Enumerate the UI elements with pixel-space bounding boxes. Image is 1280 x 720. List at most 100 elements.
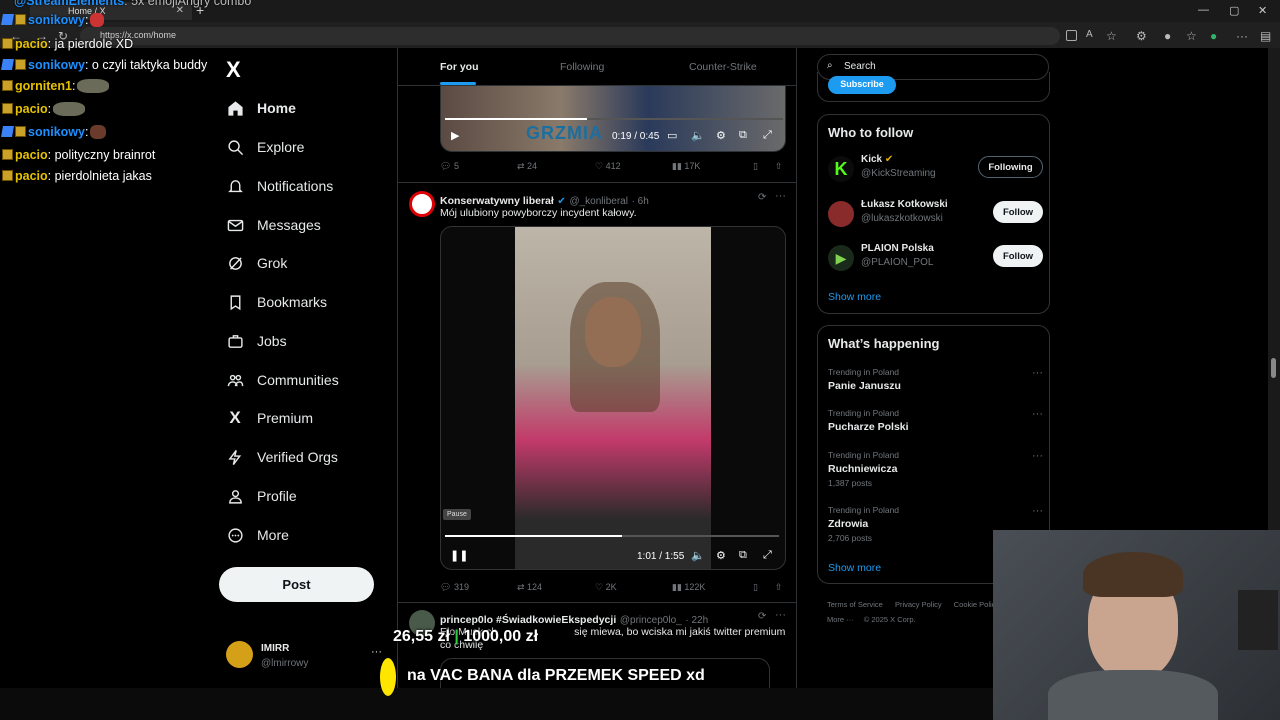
- footer-more-link[interactable]: More ···: [827, 615, 854, 624]
- like-button[interactable]: ♡ 2K: [595, 582, 617, 593]
- scrollbar-thumb[interactable]: [1271, 358, 1276, 378]
- follow-suggestion[interactable]: K Kick ✔ @KickStreaming Following: [828, 152, 1043, 186]
- fullscreen-icon[interactable]: ⤢: [763, 129, 772, 142]
- reply-button[interactable]: 💬︎ 319: [440, 582, 469, 593]
- copilot-icon[interactable]: ●: [1210, 29, 1217, 43]
- share-icon[interactable]: ⇧: [775, 582, 783, 593]
- like-button[interactable]: ♡ 412: [595, 161, 621, 172]
- more-dots-icon[interactable]: ···: [1032, 367, 1043, 379]
- read-aloud-icon[interactable]: A: [1086, 29, 1093, 40]
- more-dots-icon[interactable]: ···: [1032, 505, 1043, 517]
- account-handle: @lmirrowy: [261, 658, 309, 669]
- post-button[interactable]: Post: [219, 567, 374, 602]
- nav-bookmarks[interactable]: Bookmarks: [226, 288, 327, 316]
- sub-badge-icon: [2, 80, 13, 91]
- views-button[interactable]: ▮▮ 122K: [672, 582, 705, 593]
- more-dots-icon[interactable]: ···: [775, 190, 786, 202]
- subscribe-button[interactable]: Subscribe: [828, 76, 896, 94]
- search-icon: ⌕: [827, 60, 833, 71]
- progress-track[interactable]: [445, 535, 779, 537]
- tweet-time[interactable]: · 6h: [632, 196, 649, 207]
- nav-profile[interactable]: Profile: [226, 482, 297, 510]
- more-dots-icon[interactable]: ···: [1032, 450, 1043, 462]
- tab-following[interactable]: Following: [560, 61, 604, 73]
- avatar[interactable]: [409, 191, 435, 217]
- menu-dots-icon[interactable]: ···: [1236, 29, 1248, 43]
- nav-premium[interactable]: X Premium: [226, 404, 313, 432]
- nav-jobs[interactable]: Jobs: [226, 327, 287, 355]
- nav-more[interactable]: More: [226, 521, 289, 549]
- volume-icon[interactable]: 🔈: [691, 129, 705, 142]
- follow-button[interactable]: Follow: [993, 245, 1043, 267]
- more-dots-icon[interactable]: ···: [1032, 408, 1043, 420]
- settings-icon[interactable]: ⚙: [716, 549, 726, 562]
- grok-icon[interactable]: ⟳: [758, 611, 766, 622]
- follow-suggestion[interactable]: ▶ PLAION Polska @PLAION_POL Follow: [828, 241, 1043, 275]
- chat-line: sonikowy: o czyli taktyka buddy: [1, 58, 208, 72]
- share-icon[interactable]: ⇧: [775, 161, 783, 172]
- cookie-link[interactable]: Cookie Polic: [954, 600, 996, 609]
- privacy-link[interactable]: Privacy Policy: [895, 600, 942, 609]
- nav-verified-orgs[interactable]: Verified Orgs: [226, 443, 338, 471]
- verified-badge-icon: ✔: [557, 196, 566, 207]
- nav-grok[interactable]: Grok: [226, 249, 287, 277]
- tab-counter-strike[interactable]: Counter-Strike: [689, 61, 757, 73]
- tab-for-you[interactable]: For you: [440, 61, 479, 73]
- play-icon[interactable]: ▶: [451, 129, 459, 142]
- captions-icon[interactable]: ▭: [667, 129, 677, 142]
- bookmark-icon[interactable]: ▯: [753, 582, 758, 593]
- nav-communities[interactable]: Communities: [226, 366, 339, 394]
- minimize-icon[interactable]: —: [1198, 4, 1209, 16]
- donation-goal: 1000,00 zł: [463, 628, 539, 645]
- following-button[interactable]: Following: [978, 156, 1043, 178]
- show-more-link[interactable]: Show more: [828, 562, 881, 574]
- sidebar-toggle-icon[interactable]: ▤: [1260, 29, 1271, 43]
- x-logo-icon[interactable]: X: [226, 57, 241, 83]
- trend-item[interactable]: Trending in Poland Panie Januszu ···: [828, 367, 1043, 392]
- settings-icon[interactable]: ⚙: [716, 129, 726, 142]
- profile-icon[interactable]: ●: [1164, 29, 1171, 43]
- address-bar[interactable]: https://x.com/home: [80, 27, 1060, 45]
- share-icon[interactable]: [1066, 30, 1077, 41]
- repost-button[interactable]: ⇄ 24: [517, 161, 537, 172]
- nav-messages[interactable]: Messages: [226, 211, 321, 239]
- follow-suggestion[interactable]: Łukasz Kotkowski @lukaszkotkowski Follow: [828, 197, 1043, 231]
- author-name[interactable]: Konserwatywny liberał: [440, 195, 554, 207]
- follow-button[interactable]: Follow: [993, 201, 1043, 223]
- nav-notifications[interactable]: Notifications: [226, 172, 333, 200]
- volume-icon[interactable]: 🔈: [691, 549, 705, 562]
- video-player[interactable]: Pause ❚❚ 1:01 / 1:55 🔈 ⚙ ⧉ ⤢: [440, 226, 786, 570]
- pip-icon[interactable]: ⧉: [739, 549, 747, 562]
- more-dots-icon[interactable]: ···: [775, 609, 786, 621]
- nav-explore[interactable]: Explore: [226, 133, 304, 161]
- fullscreen-icon[interactable]: ⤢: [763, 549, 772, 562]
- nav-home[interactable]: Home: [226, 94, 296, 122]
- favorites-bar-icon[interactable]: ☆: [1186, 29, 1197, 43]
- repost-button[interactable]: ⇄ 124: [517, 582, 542, 593]
- show-more-link[interactable]: Show more: [828, 291, 881, 303]
- tweet-time[interactable]: · 22h: [685, 615, 708, 626]
- pip-icon[interactable]: ⧉: [739, 129, 747, 142]
- more-dots-icon[interactable]: ···: [371, 646, 382, 658]
- trend-item[interactable]: Trending in Poland Pucharze Polski ···: [828, 408, 1043, 433]
- extensions-icon[interactable]: ⚙: [1136, 29, 1147, 43]
- chat-text: : o czyli taktyka buddy: [84, 58, 208, 72]
- views-button[interactable]: ▮▮ 17K: [672, 161, 700, 172]
- suggestion-handle: @PLAION_POL: [861, 257, 934, 268]
- maximize-icon[interactable]: ▢: [1229, 4, 1239, 17]
- grok-icon[interactable]: ⟳: [758, 192, 766, 203]
- reply-button[interactable]: 💬︎ 5: [440, 161, 459, 172]
- feed-tabs: For you Following Counter-Strike: [398, 48, 796, 86]
- favorite-icon[interactable]: ☆: [1106, 29, 1117, 43]
- author-name[interactable]: princep0lo #ŚwiadkowieEkspedycji: [440, 614, 616, 626]
- bookmark-icon[interactable]: ▯: [753, 161, 758, 172]
- progress-separator: |: [454, 628, 459, 645]
- author-handle[interactable]: @princep0lo_: [620, 615, 682, 626]
- account-switcher[interactable]: IMIRR @lmirrowy ···: [226, 640, 386, 672]
- close-window-icon[interactable]: ✕: [1258, 4, 1267, 17]
- trend-item[interactable]: Trending in Poland Ruchniewicza 1,387 po…: [828, 450, 1043, 488]
- pause-icon[interactable]: ❚❚: [450, 549, 468, 562]
- terms-link[interactable]: Terms of Service: [827, 600, 883, 609]
- author-handle[interactable]: @_konliberal: [569, 196, 628, 207]
- progress-track[interactable]: [445, 118, 783, 120]
